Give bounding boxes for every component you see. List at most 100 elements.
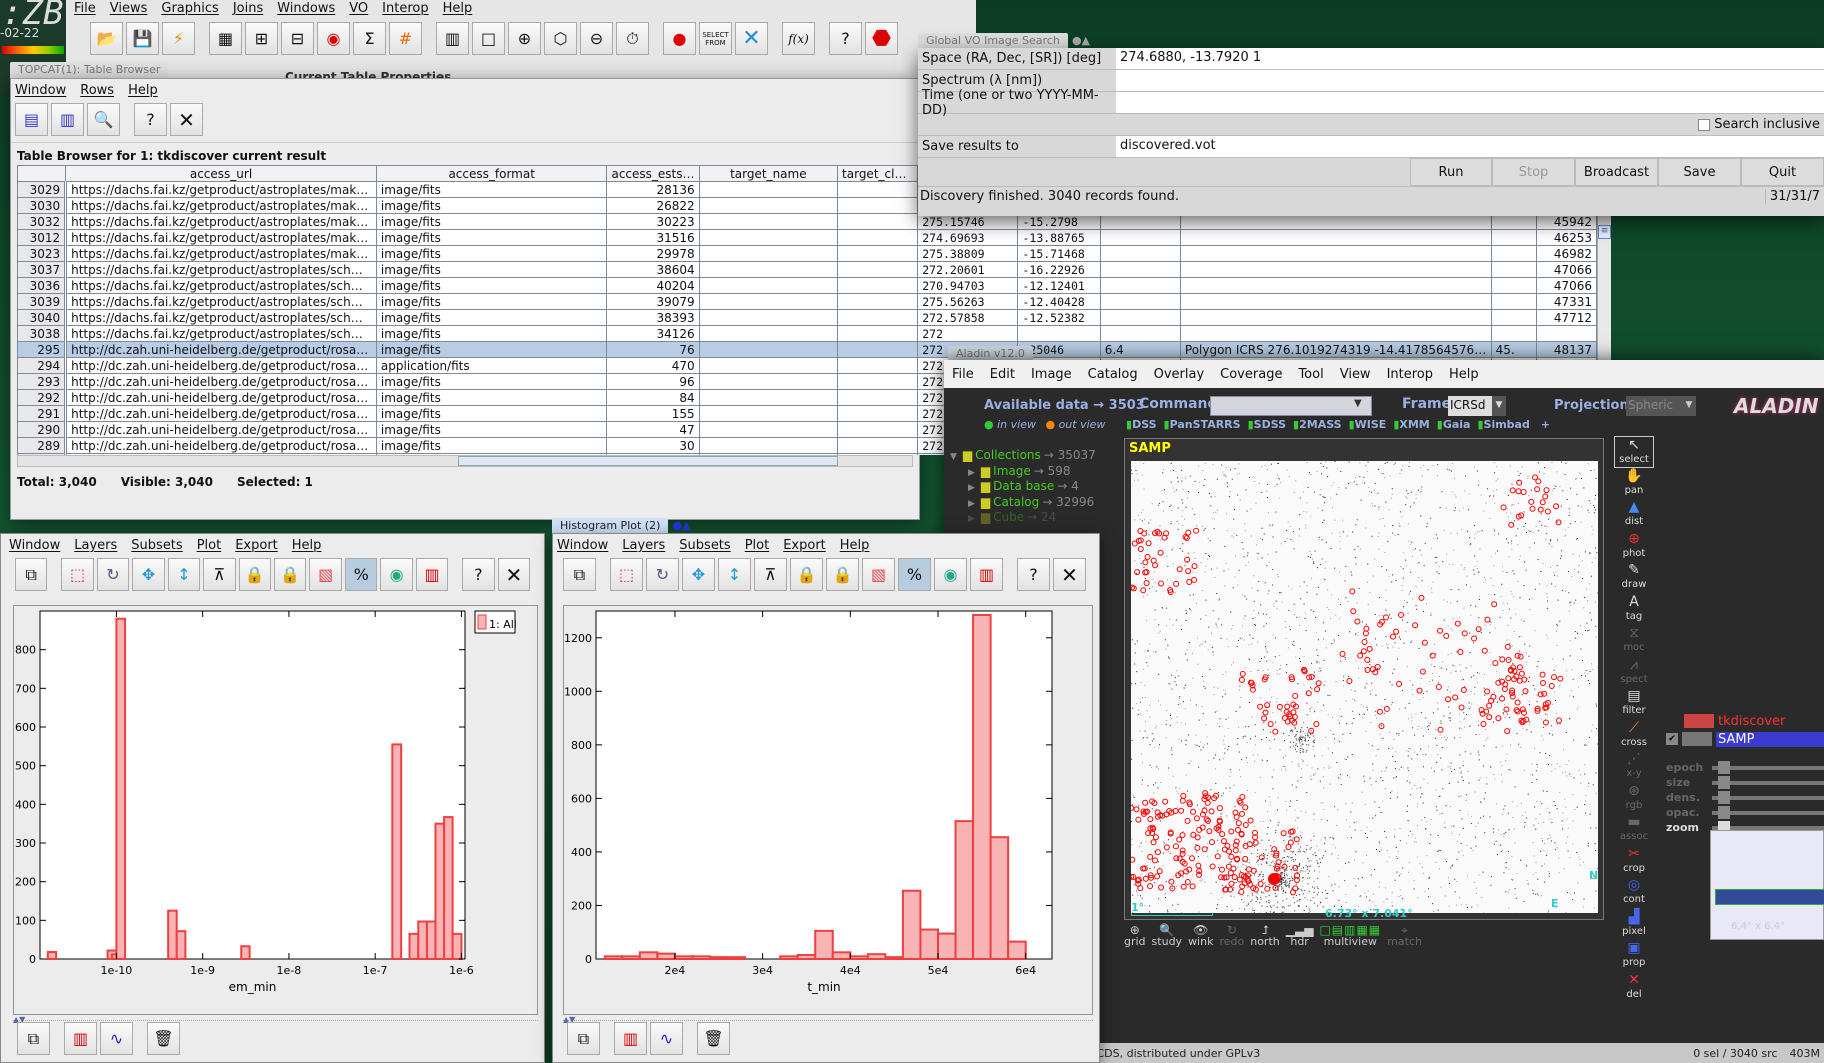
lock-axes-icon[interactable]: 🔒: [790, 558, 823, 591]
lock-axes-icon[interactable]: 🔒: [238, 558, 272, 591]
h1-menu-window[interactable]: Window: [9, 538, 60, 553]
slider-thumb[interactable]: [1718, 805, 1730, 819]
plane-plot-icon[interactable]: □: [472, 22, 505, 55]
h1-menu-layers[interactable]: Layers: [74, 538, 117, 553]
lock-aux-icon[interactable]: 🔒: [274, 558, 307, 591]
tool-assoc[interactable]: ▬ assoc: [1614, 814, 1654, 846]
al-menu-catalog[interactable]: Catalog: [1088, 367, 1138, 382]
h2-menu-window[interactable]: Window: [557, 538, 608, 553]
tool-moc[interactable]: ⧖ moc: [1614, 625, 1654, 657]
add-histogram-layer-icon[interactable]: ▥: [614, 1022, 647, 1055]
frame-dropdown-icon[interactable]: ▼: [1492, 396, 1506, 416]
expand-right-icon[interactable]: ▶: [968, 499, 975, 509]
h2-menu-plot[interactable]: Plot: [745, 538, 770, 553]
al-menu-tool[interactable]: Tool: [1298, 367, 1323, 382]
highlight-rows-icon[interactable]: ▤: [15, 103, 48, 136]
survey-gaia[interactable]: ▮Gaia: [1437, 418, 1471, 431]
tool-phot[interactable]: ⊕ phot: [1614, 531, 1654, 563]
survey-dss[interactable]: ▮DSS: [1126, 418, 1157, 431]
menu-help[interactable]: Help: [443, 1, 473, 16]
time-plot-icon[interactable]: ⏱: [616, 22, 649, 55]
control-window-icon[interactable]: ⧉: [15, 558, 48, 591]
command-dropdown-icon[interactable]: ▼: [1354, 398, 1362, 409]
al-menu-coverage[interactable]: Coverage: [1220, 367, 1282, 382]
h2-menu-export[interactable]: Export: [783, 538, 826, 553]
slider-track[interactable]: [1712, 805, 1824, 819]
expand-right-icon[interactable]: ▶: [968, 514, 975, 524]
menu-graphics[interactable]: Graphics: [161, 1, 218, 16]
histogram-em-min[interactable]: 0 100 200 300 400 500 600 700 800 1e-10 1e-9 1e-8 1e…: [14, 606, 537, 1014]
help-icon[interactable]: ?: [134, 103, 167, 136]
space-input[interactable]: 274.6880, -13.7920 1: [1116, 48, 1824, 69]
control-window-icon[interactable]: ⧉: [17, 1022, 50, 1055]
tree-node-data-base[interactable]: ▶ ▆ Data base → 4: [950, 479, 1096, 495]
match-icon[interactable]: ●: [663, 22, 696, 55]
cube-plot-icon[interactable]: ⬡: [544, 22, 577, 55]
grid-button[interactable]: ⊕ grid: [1124, 924, 1146, 948]
survey-simbad[interactable]: ▮Simbad: [1477, 418, 1529, 431]
tree-node-cube[interactable]: ▶ ▆ Cube → 24: [950, 510, 1096, 526]
tool-pan[interactable]: ✋ pan: [1614, 468, 1654, 500]
tree-node-catalog[interactable]: ▶ ▆ Catalog → 32996: [950, 495, 1096, 511]
rescale-icon[interactable]: ✥: [132, 558, 165, 591]
sky-image[interactable]: [1131, 461, 1598, 913]
columns-icon[interactable]: ⊟: [281, 22, 314, 55]
layer-tkdiscover[interactable]: tkdiscover: [1666, 712, 1824, 730]
density-icon[interactable]: ▧: [309, 558, 342, 591]
survey-sdss[interactable]: ▮SDSS: [1248, 418, 1286, 431]
tool-rgb[interactable]: ⊛ rgb: [1614, 783, 1654, 815]
table-row[interactable]: 3023 https://dachs.fai.kz/getproduct/astr…: [17, 245, 1597, 262]
table-row[interactable]: 3039 https://dachs.fai.kz/getproduct/astr…: [17, 293, 1597, 310]
subset-draw-icon[interactable]: ⬚: [61, 558, 94, 591]
layer-samp[interactable]: ✔ SAMP: [1666, 730, 1824, 748]
save-input[interactable]: discovered.vot: [1116, 136, 1824, 157]
stop-icon[interactable]: ⬣: [865, 22, 898, 55]
multiview-button[interactable]: □▤▥▦▦ multiview: [1319, 924, 1381, 948]
sky-view[interactable]: SAMP 1° 6.73° x 7.041° N E: [1124, 438, 1604, 920]
table-row[interactable]: 3036 https://dachs.fai.kz/getproduct/astr…: [17, 277, 1597, 294]
h1-menu-export[interactable]: Export: [235, 538, 278, 553]
tree-node-collections[interactable]: ▼ ▆ Collections → 35037: [950, 448, 1096, 464]
tool-tag[interactable]: Atag: [1614, 594, 1654, 626]
tool-select[interactable]: ↖ select: [1614, 436, 1654, 468]
delete-layer-icon[interactable]: 🗑: [697, 1022, 730, 1055]
slider-opac[interactable]: opac.: [1666, 805, 1824, 820]
menu-vo[interactable]: VO: [349, 1, 368, 16]
stats-icon[interactable]: Σ: [353, 22, 386, 55]
tool-spect[interactable]: ⩘ spect: [1614, 657, 1654, 689]
search-inclusive-checkbox[interactable]: [1698, 118, 1711, 131]
subset-icon[interactable]: ⊞: [245, 22, 278, 55]
projection-select[interactable]: Spheric: [1626, 396, 1682, 416]
col-header-index[interactable]: [17, 165, 67, 182]
expand-down-icon[interactable]: ▼: [950, 452, 957, 462]
slider-track[interactable]: [1712, 820, 1824, 834]
bin-table-icon[interactable]: ▥: [970, 558, 1003, 591]
menu-windows[interactable]: Windows: [277, 1, 335, 16]
rescale-icon[interactable]: ✥: [682, 558, 715, 591]
slider-epoch[interactable]: epoch: [1666, 760, 1824, 775]
help-icon[interactable]: ?: [829, 22, 862, 55]
north-button[interactable]: ⮥ north: [1250, 924, 1280, 948]
add-kde-layer-icon[interactable]: ∿: [650, 1022, 683, 1055]
slider-thumb[interactable]: [1718, 760, 1730, 774]
col-header-target-class[interactable]: target_class: [837, 165, 919, 182]
export-icon[interactable]: ◉: [934, 558, 967, 591]
sky-plot-icon[interactable]: ⊕: [508, 22, 541, 55]
table-row[interactable]: 3038 https://dachs.fai.kz/getproduct/astr…: [17, 325, 1597, 342]
slider-track[interactable]: [1712, 790, 1824, 804]
rescale-y-icon[interactable]: ↕: [167, 558, 201, 591]
col-header-access-url[interactable]: access_url: [65, 165, 377, 182]
col-header-target-name[interactable]: target_name: [698, 165, 839, 182]
h2-menu-layers[interactable]: Layers: [622, 538, 665, 553]
menu-file[interactable]: File: [74, 1, 96, 16]
zoom-preview[interactable]: 6.4° x 6.4°: [1710, 830, 1824, 940]
al-menu-file[interactable]: File: [952, 367, 974, 382]
projection-dropdown-icon[interactable]: ▼: [1682, 396, 1696, 416]
tool-filter[interactable]: ▤ filter: [1614, 688, 1654, 720]
function-icon[interactable]: f(x): [782, 22, 815, 55]
tool-crop[interactable]: ✂ crop: [1614, 846, 1654, 878]
run-button[interactable]: Run: [1410, 158, 1492, 186]
al-menu-interop[interactable]: Interop: [1387, 367, 1433, 382]
histogram-t-min[interactable]: 0 200 400 600 800 1000 1200 2e4 3e4 4e4 5e4 6e4 t_mi…: [564, 606, 1092, 1014]
split-handle[interactable]: ▲▼: [563, 1015, 1093, 1024]
